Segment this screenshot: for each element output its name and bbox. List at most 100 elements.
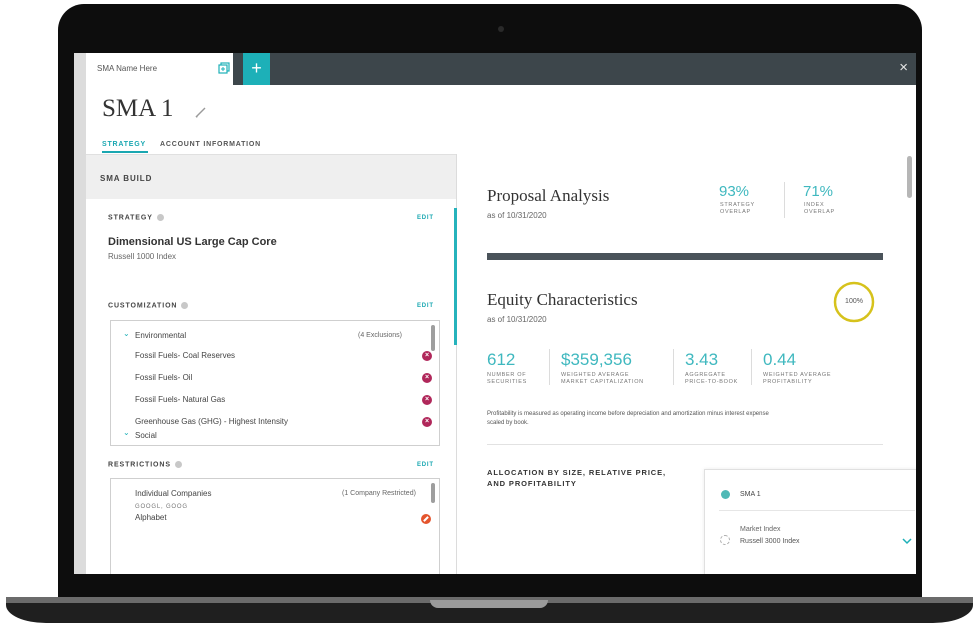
metric-label-1: NUMBER OF bbox=[487, 372, 527, 378]
completion-ring-label: 100% bbox=[845, 298, 863, 305]
index-overlap-label: INDEX OVERLAP bbox=[804, 202, 835, 216]
info-icon[interactable] bbox=[156, 214, 164, 221]
divider bbox=[784, 182, 785, 218]
index-overlap-label-1: INDEX bbox=[804, 202, 825, 208]
restrictions-label: RESTRICTIONS bbox=[108, 461, 182, 468]
strategy-label-text: STRATEGY bbox=[108, 214, 153, 222]
legend-item-sma: SMA 1 bbox=[740, 491, 761, 498]
restrictions-list[interactable]: Individual Companies (1 Company Restrict… bbox=[110, 478, 440, 574]
strategy-overlap-value: 93% bbox=[719, 183, 750, 200]
metric-label-2: SECURITIES bbox=[487, 379, 528, 385]
overlap-bar bbox=[487, 253, 883, 260]
legend-item-index-sub[interactable]: Russell 3000 Index bbox=[740, 538, 800, 545]
chevron-down-icon[interactable]: ⌄ bbox=[123, 428, 130, 437]
scrollbar[interactable] bbox=[907, 156, 912, 198]
index-overlap-value: 71% bbox=[803, 183, 834, 200]
remove-icon[interactable]: × bbox=[422, 395, 432, 405]
proposal-title: Proposal Analysis bbox=[487, 186, 610, 205]
scrollbar[interactable] bbox=[431, 325, 435, 351]
pencil-icon[interactable] bbox=[194, 105, 208, 119]
divider bbox=[751, 349, 752, 385]
tab-strategy[interactable]: STRATEGY bbox=[102, 141, 146, 148]
index-swatch bbox=[720, 535, 730, 545]
divider bbox=[719, 510, 915, 511]
window-tab-bar: SMA Name Here + × bbox=[86, 53, 916, 85]
active-tab-underline bbox=[102, 151, 148, 153]
metric-value: 612 bbox=[487, 350, 516, 369]
list-item: Fossil Fuels- Natural Gas bbox=[135, 395, 226, 404]
remove-icon[interactable]: × bbox=[422, 417, 432, 427]
index-overlap-label-2: OVERLAP bbox=[804, 209, 835, 215]
divider bbox=[673, 349, 674, 385]
restricted-count: (1 Company Restricted) bbox=[342, 490, 416, 497]
allocation-title-1: ALLOCATION BY SIZE, RELATIVE PRICE, bbox=[487, 468, 667, 477]
metric-label: AGGREGATE PRICE-TO-BOOK bbox=[685, 372, 738, 386]
exclusion-count: (4 Exclusions) bbox=[358, 332, 402, 339]
metric-label: WEIGHTED AVERAGE MARKET CAPITALIZATION bbox=[561, 372, 644, 386]
company-name: Alphabet bbox=[135, 513, 167, 522]
restricted-icon[interactable] bbox=[421, 514, 431, 524]
metric-value: 3.43 bbox=[685, 350, 719, 369]
tab-label: SMA Name Here bbox=[97, 64, 158, 73]
remove-icon[interactable]: × bbox=[422, 351, 432, 361]
metric-label: WEIGHTED AVERAGE PROFITABILITY bbox=[763, 372, 831, 386]
footnote: Profitability is measured as operating i… bbox=[487, 410, 769, 428]
allocation-title-2: AND PROFITABILITY bbox=[487, 479, 577, 488]
group-individual-companies[interactable]: Individual Companies bbox=[135, 489, 212, 498]
metric-label-2: PRICE-TO-BOOK bbox=[685, 379, 739, 385]
customization-label-text: CUSTOMIZATION bbox=[108, 302, 178, 310]
strategy-edit-link[interactable]: EDIT bbox=[417, 215, 434, 221]
metric-label-1: WEIGHTED AVERAGE bbox=[763, 372, 832, 378]
strategy-overlap-label-1: STRATEGY bbox=[720, 202, 755, 208]
restrictions-label-text: RESTRICTIONS bbox=[108, 461, 171, 469]
customization-section: CUSTOMIZATION EDIT ⌄ Environmental (4 Ex… bbox=[86, 289, 456, 450]
customization-list[interactable]: ⌄ Environmental (4 Exclusions) Fossil Fu… bbox=[110, 320, 440, 446]
series-swatch bbox=[721, 490, 730, 499]
page-title: SMA 1 bbox=[102, 95, 174, 122]
metric-value: $359,356 bbox=[561, 350, 632, 369]
app-window: SMA Name Here + × SMA 1 STRATEGY ACCOUNT… bbox=[86, 53, 916, 574]
group-environmental[interactable]: Environmental bbox=[135, 331, 186, 340]
restrictions-edit-link[interactable]: EDIT bbox=[417, 462, 434, 468]
chevron-down-icon[interactable]: ⌄ bbox=[123, 329, 130, 338]
remove-icon[interactable]: × bbox=[422, 373, 432, 383]
allocation-title: ALLOCATION BY SIZE, RELATIVE PRICE, AND … bbox=[487, 467, 666, 489]
strategy-overlap-label-2: OVERLAP bbox=[720, 209, 751, 215]
sma-build-header: SMA BUILD bbox=[86, 154, 456, 200]
equity-date: as of 10/31/2020 bbox=[487, 315, 547, 324]
proposal-date: as of 10/31/2020 bbox=[487, 211, 547, 220]
divider bbox=[487, 444, 883, 445]
tab-sma[interactable]: SMA Name Here bbox=[86, 53, 233, 85]
tickers: GOOGL, GOOG bbox=[135, 504, 188, 510]
list-item: Fossil Fuels- Coal Reserves bbox=[135, 351, 236, 360]
strategy-name: Dimensional US Large Cap Core bbox=[108, 236, 277, 248]
strategy-label: STRATEGY bbox=[108, 214, 164, 221]
equity-title: Equity Characteristics bbox=[487, 290, 638, 309]
list-item: Fossil Fuels- Oil bbox=[135, 373, 193, 382]
strategy-section: STRATEGY EDIT Dimensional US Large Cap C… bbox=[86, 199, 456, 290]
footnote-line-2: scaled by book. bbox=[487, 420, 529, 426]
metric-label-2: PROFITABILITY bbox=[763, 379, 813, 385]
footnote-line-1: Profitability is measured as operating i… bbox=[487, 411, 769, 417]
list-item: Greenhouse Gas (GHG) - Highest Intensity bbox=[135, 417, 288, 426]
info-icon[interactable] bbox=[181, 302, 189, 309]
divider bbox=[549, 349, 550, 385]
customization-edit-link[interactable]: EDIT bbox=[417, 303, 434, 309]
info-icon[interactable] bbox=[174, 461, 182, 468]
metric-label-1: WEIGHTED AVERAGE bbox=[561, 372, 630, 378]
restrictions-section: RESTRICTIONS EDIT Individual Companies (… bbox=[86, 449, 456, 574]
sma-build-title: SMA BUILD bbox=[100, 174, 153, 183]
webcam bbox=[498, 26, 504, 32]
close-icon[interactable]: × bbox=[899, 60, 908, 76]
chart-legend: SMA 1 Market Index Russell 3000 Index bbox=[704, 469, 916, 574]
customization-label: CUSTOMIZATION bbox=[108, 302, 189, 310]
chevron-down-icon[interactable] bbox=[902, 537, 912, 545]
tab-account-information[interactable]: ACCOUNT INFORMATION bbox=[160, 141, 261, 148]
sma-build-panel: SMA BUILD STRATEGY EDIT Dimensional US L… bbox=[86, 154, 457, 574]
duplicate-icon[interactable] bbox=[218, 62, 230, 74]
group-social[interactable]: Social bbox=[135, 431, 157, 440]
page-header: SMA 1 STRATEGY ACCOUNT INFORMATION bbox=[86, 85, 916, 154]
add-tab-button[interactable]: + bbox=[243, 53, 270, 85]
strategy-benchmark: Russell 1000 Index bbox=[108, 252, 177, 261]
scrollbar[interactable] bbox=[431, 483, 435, 503]
